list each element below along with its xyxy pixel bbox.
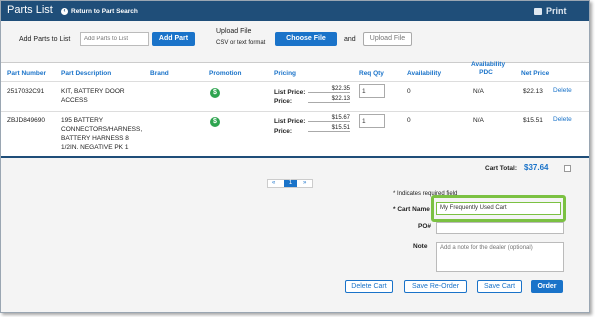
parts-list-window: Parts List ‹ Return to Part Search Print… — [0, 0, 590, 313]
list-price-value: $22.35 — [308, 86, 350, 93]
availability-pdc-value: N/A — [473, 117, 484, 124]
pagination: « 1 » — [267, 179, 313, 188]
req-qty-input[interactable]: 1 — [359, 84, 385, 98]
availability-pdc-value: N/A — [473, 88, 484, 95]
upload-file-button[interactable]: Upload File — [363, 32, 412, 46]
save-reorder-button[interactable]: Save Re-Order — [404, 280, 467, 293]
print-link[interactable]: Print — [546, 6, 567, 16]
printer-icon[interactable] — [534, 8, 542, 15]
col-net-price: Net Price — [521, 70, 550, 77]
net-price-value: $15.51 — [523, 117, 543, 124]
cart-total-value: $37.64 — [524, 163, 549, 172]
add-parts-bar: Add Parts to List Add Part Upload File C… — [1, 21, 589, 63]
cart-total-label: Cart Total: — [485, 165, 518, 172]
list-price-label: List Price: — [274, 89, 306, 96]
upload-format-hint: CSV or text format — [216, 40, 266, 46]
promotion-dollar-icon[interactable]: $ — [210, 117, 220, 127]
part-description: 195 BATTERY CONNECTORS/HARNESS, BATTERY … — [61, 117, 143, 151]
table-row: 2517032C91 KIT, BATTERY DOOR ACCESS $ Li… — [1, 81, 589, 111]
delete-row-link[interactable]: Delete — [553, 116, 572, 123]
add-parts-input[interactable] — [80, 32, 149, 46]
add-parts-label: Add Parts to List — [19, 36, 71, 43]
delete-row-link[interactable]: Delete — [553, 87, 572, 94]
cart-name-input[interactable]: My Frequently Used Cart — [436, 202, 561, 215]
col-req-qty: Req Qty — [359, 70, 384, 77]
col-promotion: Promotion — [209, 70, 242, 77]
part-number: ZBJD849690 — [7, 117, 45, 124]
title-bar: Parts List ‹ Return to Part Search Print — [1, 1, 589, 21]
return-arrow-icon[interactable]: ‹ — [61, 8, 68, 15]
col-part-number: Part Number — [7, 70, 47, 77]
note-label: Note — [413, 243, 428, 250]
po-number-input[interactable] — [436, 222, 564, 234]
save-cart-button[interactable]: Save Cart — [477, 280, 522, 293]
and-label: and — [344, 36, 356, 43]
price-value: $22.13 — [308, 96, 350, 103]
col-availability-pdc: Availability PDC — [471, 61, 506, 76]
cart-name-label: * Cart Name — [393, 206, 430, 213]
page-next[interactable]: » — [303, 180, 306, 186]
availability-value: 0 — [407, 117, 411, 124]
page-title: Parts List — [7, 4, 53, 16]
col-pricing: Pricing — [274, 70, 297, 77]
list-price-value: $15.67 — [308, 115, 350, 122]
price-label: Price: — [274, 128, 293, 135]
net-price-value: $22.13 — [523, 88, 543, 95]
part-number: 2517032C91 — [7, 88, 45, 95]
col-part-description: Part Description — [61, 70, 112, 77]
list-price-label: List Price: — [274, 118, 306, 125]
promotion-dollar-icon[interactable]: $ — [210, 88, 220, 98]
add-part-button[interactable]: Add Part — [152, 32, 195, 46]
select-all-checkbox[interactable] — [564, 165, 571, 172]
order-button[interactable]: Order — [531, 280, 563, 293]
note-textarea[interactable] — [436, 242, 564, 272]
col-brand: Brand — [150, 70, 169, 77]
part-description: KIT, BATTERY DOOR ACCESS — [61, 88, 125, 104]
return-to-part-search-link[interactable]: Return to Part Search — [71, 8, 138, 15]
page-prev[interactable]: « — [272, 180, 275, 186]
price-label: Price: — [274, 98, 293, 105]
req-qty-input[interactable]: 1 — [359, 114, 385, 128]
availability-value: 0 — [407, 88, 411, 95]
cart-panel: Cart Total: $37.64 « 1 » * Indicates req… — [1, 156, 589, 312]
page-current[interactable]: 1 — [284, 180, 297, 187]
choose-file-button[interactable]: Choose File — [275, 32, 337, 46]
col-availability: Availability — [407, 70, 442, 77]
upload-file-label: Upload File — [216, 28, 252, 35]
price-value: $15.51 — [308, 125, 350, 132]
delete-cart-button[interactable]: Delete Cart — [345, 280, 393, 293]
table-row: ZBJD849690 195 BATTERY CONNECTORS/HARNES… — [1, 111, 589, 155]
po-label: PO# — [418, 223, 432, 230]
